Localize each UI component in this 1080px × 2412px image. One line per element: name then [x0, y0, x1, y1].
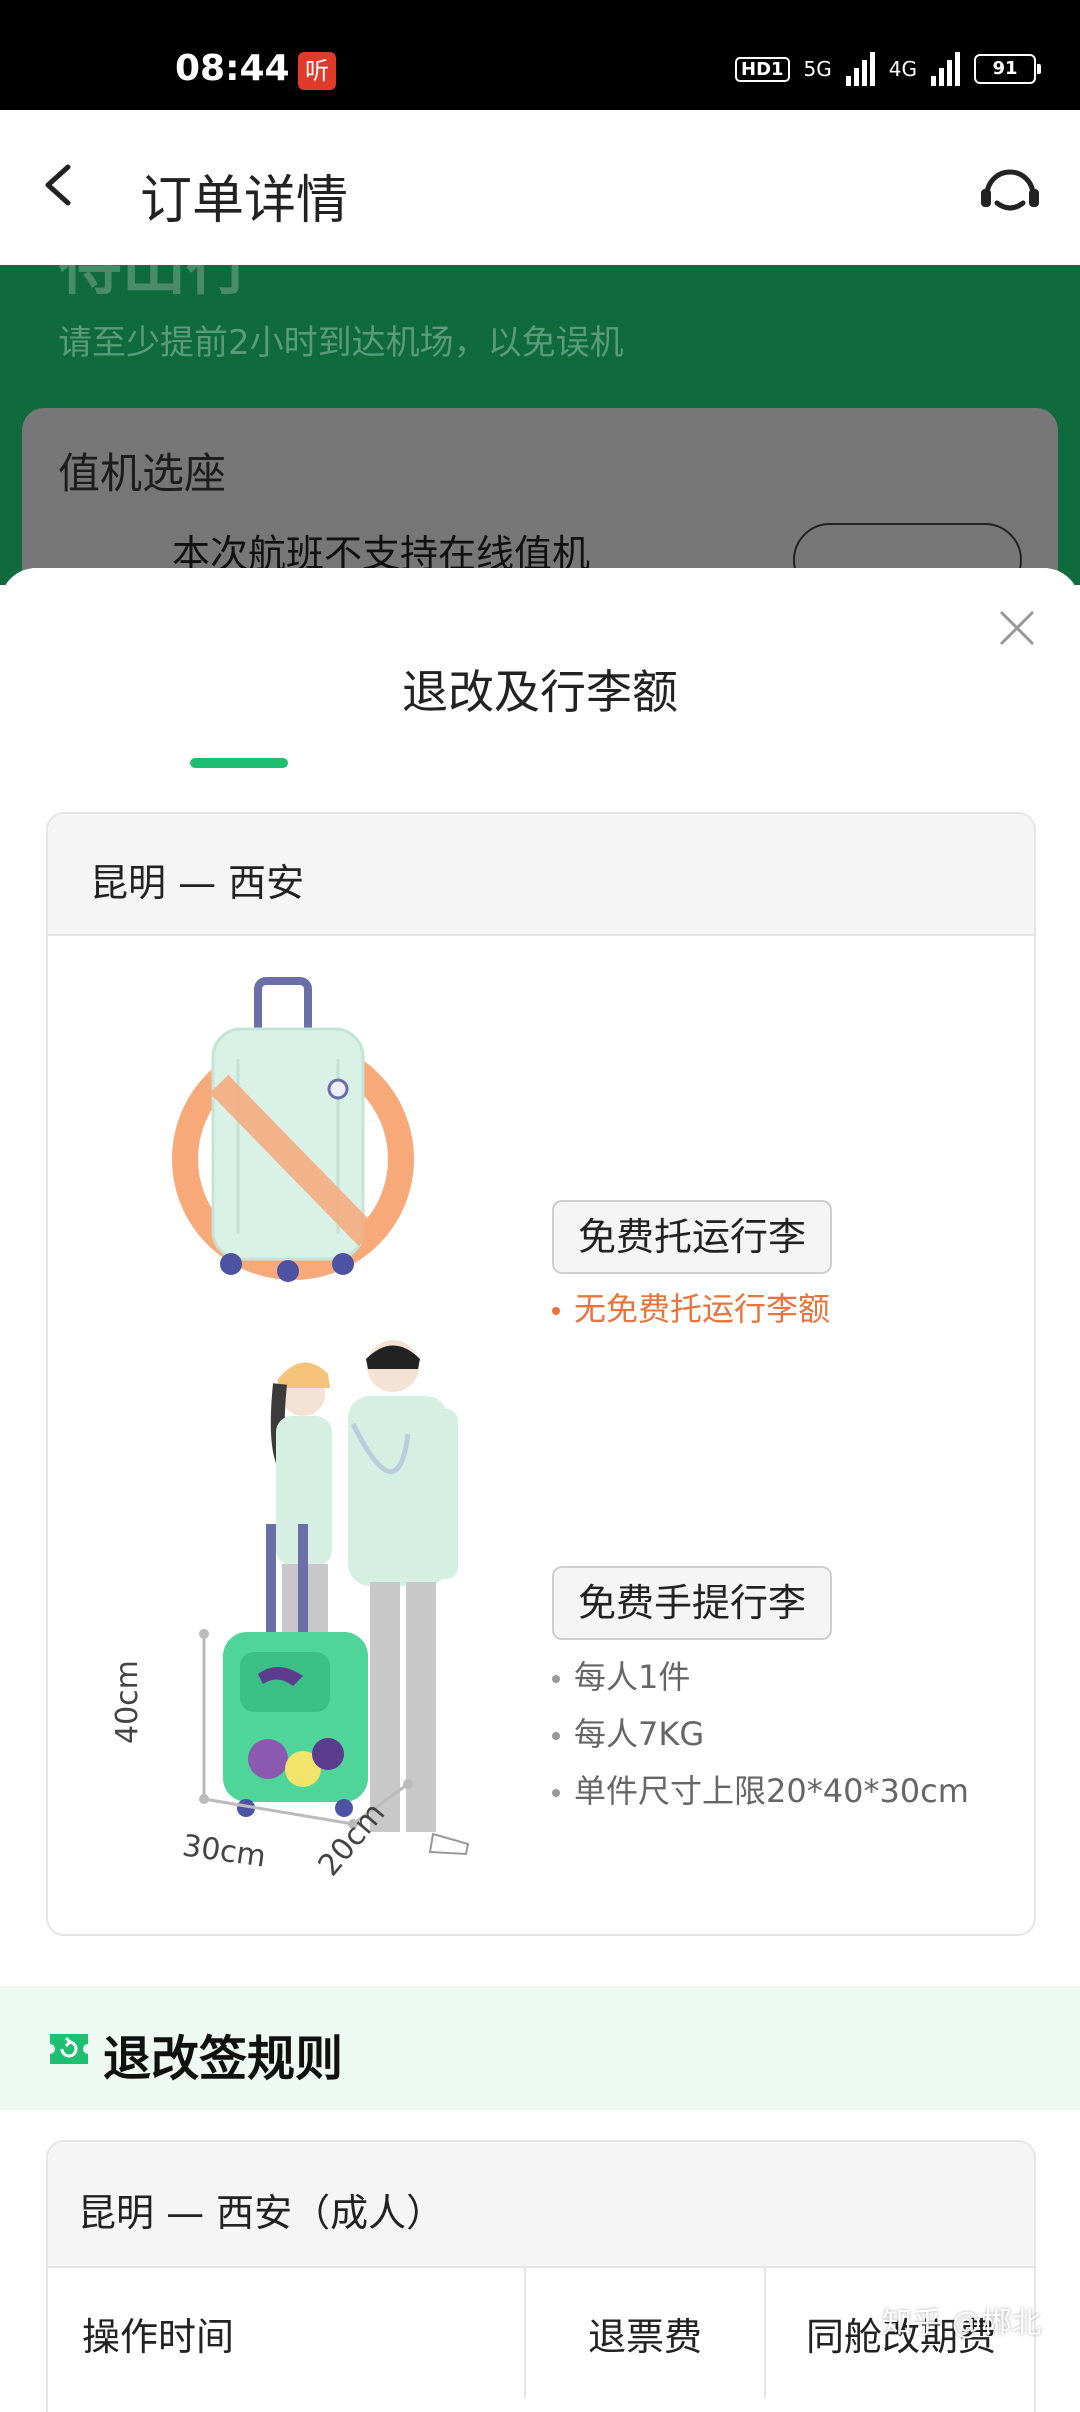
- rules-route-label: 昆明 — 西安（成人）: [78, 2191, 445, 2235]
- carry-on-note-3: 单件尺寸上限20*40*30cm: [552, 1766, 969, 1812]
- back-arrow-icon[interactable]: [32, 155, 92, 215]
- customer-service-icon[interactable]: [975, 155, 1045, 225]
- tab-indicator: [190, 758, 288, 768]
- order-hint: 请至少提前2小时到达机场，以免误机: [58, 323, 624, 363]
- listen-app-icon: 听: [298, 52, 336, 90]
- route-label: 昆明 — 西安: [90, 861, 305, 905]
- carry-on-note-text: 单件尺寸上限20*40*30cm: [574, 1772, 969, 1810]
- bullet-icon: [552, 1789, 560, 1797]
- status-bar: 08:44 听 HD1 5G 4G 91: [0, 0, 1080, 110]
- checkin-card: 值机选座 本次航班不支持在线值机: [22, 408, 1058, 585]
- network-5g-label: 5G: [803, 57, 832, 81]
- watermark: 知乎 @郴北: [882, 2306, 1042, 2341]
- column-header-time: 操作时间: [82, 2314, 235, 2359]
- rules-card-header: 昆明 — 西安（成人）: [48, 2142, 1034, 2268]
- signal-icon: [845, 52, 875, 86]
- bullet-icon: [552, 1675, 560, 1683]
- bullet-icon: [552, 1307, 560, 1315]
- ticket-exchange-icon: [50, 2034, 88, 2064]
- checked-baggage-note: 无免费托运行李额: [552, 1284, 830, 1330]
- no-checked-luggage-illustration: [172, 977, 414, 1282]
- carry-on-note-text: 每人7KG: [574, 1715, 705, 1753]
- rules-section-header: 退改签规则: [0, 1986, 1080, 2110]
- close-icon[interactable]: [995, 606, 1039, 650]
- carry-on-note-1: 每人1件: [552, 1652, 690, 1698]
- baggage-sheet: 退改及行李额 昆明 — 西安 免费托运行李 无免费托运行李额 40cm 30cm…: [0, 568, 1080, 2412]
- order-status: 待出行: [58, 265, 250, 304]
- status-indicators: HD1 5G 4G 91: [735, 52, 1041, 86]
- checked-baggage-note-text: 无免费托运行李额: [574, 1290, 831, 1328]
- app-header: 订单详情: [0, 110, 1080, 265]
- battery-icon: 91: [974, 54, 1041, 84]
- signal-icon-2: [931, 52, 960, 86]
- free-checked-baggage-label: 免费托运行李: [552, 1200, 833, 1274]
- checkin-card-title: 值机选座: [58, 449, 227, 498]
- baggage-card: 昆明 — 西安 免费托运行李 无免费托运行李额 40cm 30cm 20cm 免…: [46, 812, 1036, 1936]
- rules-card: 昆明 — 西安（成人） 操作时间 退票费 同舱改期费: [46, 2140, 1036, 2412]
- status-time: 08:44: [175, 48, 290, 89]
- page-title: 订单详情: [140, 171, 349, 231]
- carry-on-note-2: 每人7KG: [552, 1709, 704, 1755]
- dim-height-label: 40cm: [110, 1660, 145, 1744]
- sheet-title: 退改及行李额: [402, 665, 678, 719]
- column-header-refund-fee: 退票费: [524, 2268, 764, 2398]
- rules-title: 退改签规则: [103, 2031, 344, 2087]
- carry-on-note-text: 每人1件: [574, 1658, 691, 1696]
- network-4g-label: 4G: [888, 57, 917, 81]
- hd-icon: HD1: [735, 56, 790, 82]
- baggage-card-header: 昆明 — 西安: [48, 814, 1034, 936]
- free-carry-on-label: 免费手提行李: [552, 1566, 833, 1640]
- carry-on-illustration: [199, 1340, 470, 1856]
- bullet-icon: [552, 1732, 560, 1740]
- background-order-page: 待出行 请至少提前2小时到达机场，以免误机 值机选座 本次航班不支持在线值机: [0, 265, 1080, 585]
